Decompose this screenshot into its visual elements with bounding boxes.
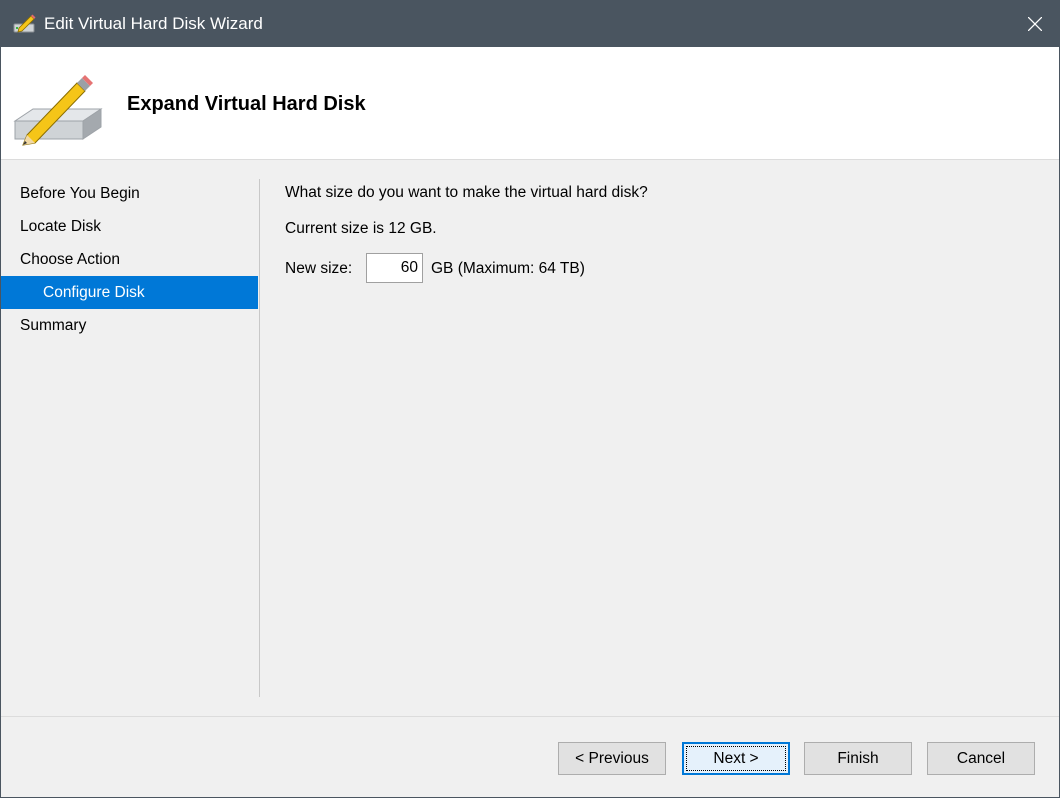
close-icon xyxy=(1028,17,1042,31)
page-title: Expand Virtual Hard Disk xyxy=(127,93,366,115)
new-size-input[interactable] xyxy=(366,253,423,283)
new-size-row: New size: GB (Maximum: 64 TB) xyxy=(285,253,785,283)
hard-disk-pencil-icon xyxy=(11,75,105,147)
new-size-label: New size: xyxy=(285,260,353,277)
nav-item-configure-disk[interactable]: Configure Disk xyxy=(1,276,258,309)
size-question: What size do you want to make the virtua… xyxy=(285,184,648,201)
footer-divider xyxy=(1,716,1059,717)
current-size-text: Current size is 12 GB. xyxy=(285,220,437,237)
nav-item-before-you-begin[interactable]: Before You Begin xyxy=(1,177,259,210)
nav-divider xyxy=(259,179,260,697)
cancel-button[interactable]: Cancel xyxy=(927,742,1035,775)
nav-item-choose-action[interactable]: Choose Action xyxy=(1,243,259,276)
finish-button[interactable]: Finish xyxy=(804,742,912,775)
nav-item-summary[interactable]: Summary xyxy=(1,309,259,342)
next-button[interactable]: Next > xyxy=(682,742,790,775)
nav-item-locate-disk[interactable]: Locate Disk xyxy=(1,210,259,243)
wizard-disk-icon xyxy=(13,14,37,34)
title-bar: Edit Virtual Hard Disk Wizard xyxy=(1,1,1059,47)
size-unit-text: GB (Maximum: 64 TB) xyxy=(431,260,585,277)
window-title: Edit Virtual Hard Disk Wizard xyxy=(44,14,263,33)
close-button[interactable] xyxy=(1011,1,1059,47)
wizard-header: Expand Virtual Hard Disk xyxy=(1,47,1059,160)
previous-button[interactable]: < Previous xyxy=(558,742,666,775)
wizard-window: Edit Virtual Hard Disk Wizard Expand Vir… xyxy=(0,0,1060,798)
wizard-steps-nav: Before You Begin Locate Disk Choose Acti… xyxy=(1,177,259,342)
